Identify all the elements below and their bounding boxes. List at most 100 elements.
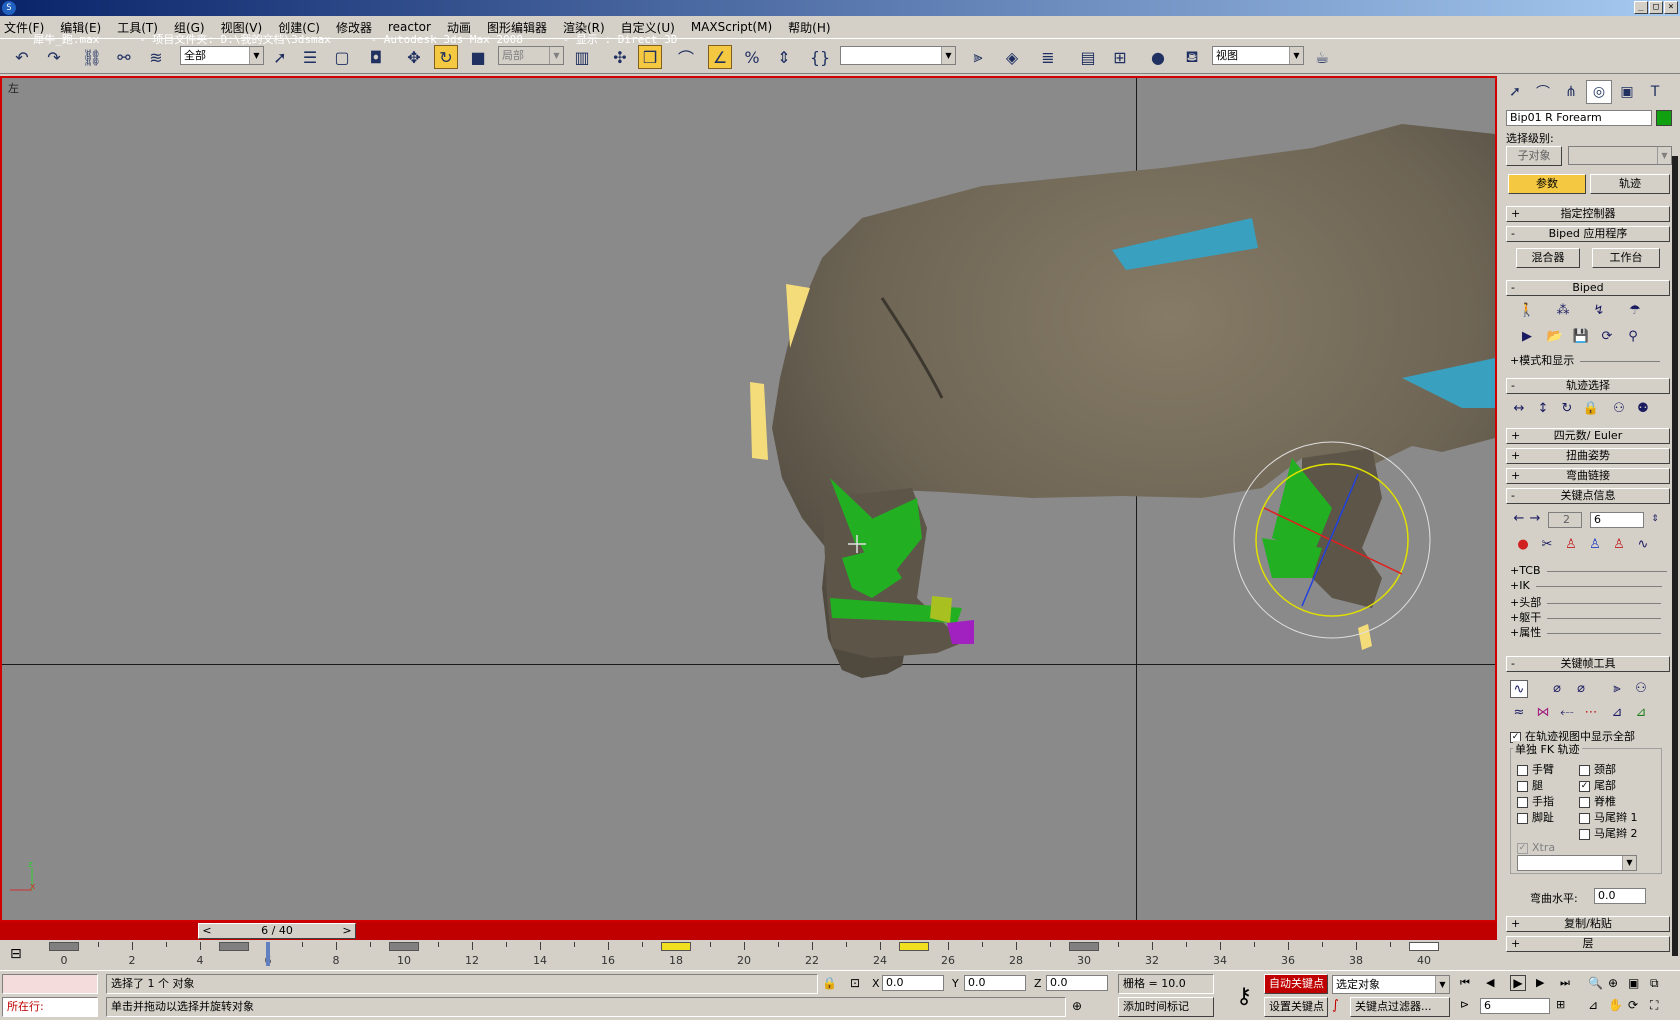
absolute-mode-icon[interactable]: ⊡ — [850, 976, 860, 990]
enable-subanims-icon[interactable]: ∿ — [1510, 680, 1528, 698]
fk-leg-checkbox[interactable]: 腿 — [1517, 777, 1543, 793]
field-of-view-icon[interactable]: ⊿ — [1588, 998, 1598, 1012]
figure-mode-icon[interactable]: 🚶 — [1518, 302, 1536, 320]
anchor-both-icon[interactable]: ⋯ — [1582, 704, 1600, 722]
zoom-all-icon[interactable]: ⊕ — [1608, 976, 1618, 990]
lock-com-keying-icon[interactable]: 🔒 — [1582, 400, 1600, 418]
spinner-icon[interactable]: ⇕ — [1646, 510, 1664, 528]
track-key[interactable] — [389, 942, 419, 951]
close-button[interactable]: × — [1664, 1, 1678, 14]
object-name-field[interactable]: Bip01 R Forearm — [1506, 110, 1652, 126]
rollup-twist-poses[interactable]: + 扭曲姿势 — [1506, 448, 1670, 464]
next-key-icon[interactable]: → — [1526, 510, 1544, 528]
redo-icon[interactable]: ↷ — [42, 45, 66, 69]
snaps-toggle-icon[interactable]: ⌒ — [674, 45, 698, 69]
convert-icon[interactable]: ⟳ — [1598, 328, 1616, 346]
maxscript-listener-bottom[interactable]: 所在行: — [2, 997, 98, 1017]
modify-tab-icon[interactable]: ⌒ — [1530, 80, 1556, 104]
workbench-button[interactable]: 工作台 — [1592, 248, 1660, 268]
fk-toe-checkbox[interactable]: 脚趾 — [1517, 809, 1554, 825]
time-config-icon[interactable]: ⊞ — [1556, 998, 1565, 1011]
save-file-icon[interactable]: 💾 — [1572, 328, 1590, 346]
set-key-button[interactable]: 设置关键点 — [1264, 997, 1328, 1017]
mixer-button[interactable]: 混合器 — [1516, 248, 1580, 268]
manipulate-icon[interactable]: ✣ — [608, 45, 632, 69]
select-object-icon[interactable]: ➚ — [268, 45, 292, 69]
rollup-keyframing-tools[interactable]: - 关键帧工具 — [1506, 656, 1670, 672]
bind-space-warp-icon[interactable]: ≋ — [144, 45, 168, 69]
menu-tools[interactable]: 工具(T) — [117, 19, 158, 36]
x-coordinate-field[interactable]: 0.0 — [882, 975, 944, 991]
load-file-icon[interactable]: 📂 — [1546, 328, 1564, 346]
anchor-right-icon[interactable]: ⤎ — [1558, 704, 1576, 722]
time-tag-icon[interactable]: ⊕ — [1072, 999, 1082, 1013]
spinner-snap-icon[interactable]: ⇕ — [772, 45, 796, 69]
clear-all-animation-icon[interactable]: ⌀ — [1572, 680, 1590, 698]
maximize-viewport-icon[interactable]: ⛶ — [1650, 998, 1658, 1013]
menu-maxscript[interactable]: MAXScript(M) — [691, 20, 772, 34]
selection-filter-dropdown[interactable]: 全部 ▼ — [180, 46, 264, 65]
key-mode-toggle-icon[interactable]: ⊳ — [1460, 998, 1469, 1011]
rollup-biped-apps[interactable]: - Biped 应用程序 — [1506, 226, 1670, 242]
time-slider-thumb[interactable]: < 6 / 40 > — [198, 923, 356, 939]
track-key[interactable] — [1069, 942, 1099, 951]
percent-snap-icon[interactable]: % — [740, 45, 764, 69]
play-icon[interactable]: ▶ — [1510, 975, 1526, 991]
menu-edit[interactable]: 编辑(E) — [60, 19, 101, 36]
edit-named-selection-icon[interactable]: {} — [808, 45, 832, 69]
track-bar[interactable]: 0246810121416182022242628303234363840 — [49, 942, 1450, 970]
menu-modifiers[interactable]: 修改器 — [336, 19, 372, 36]
trajectories-tab[interactable]: 轨迹 — [1590, 174, 1670, 194]
menu-customize[interactable]: 自定义(U) — [621, 19, 675, 36]
body-vertical-icon[interactable]: ↕ — [1534, 400, 1552, 418]
menu-help[interactable]: 帮助(H) — [788, 19, 830, 36]
head-subrollup[interactable]: +头部 — [1510, 594, 1662, 610]
tcb-subrollup[interactable]: +TCB — [1510, 564, 1667, 577]
trajectory-icon[interactable]: ∿ — [1634, 536, 1652, 554]
set-free-key-icon[interactable]: ♙ — [1610, 536, 1628, 554]
motion-flow-icon[interactable]: ↯ — [1590, 302, 1608, 320]
y-coordinate-field[interactable]: 0.0 — [964, 975, 1026, 991]
rollup-assign-controller[interactable]: + 指定控制器 — [1506, 206, 1670, 222]
bend-level-field[interactable]: 0.0 — [1594, 888, 1646, 904]
rollup-key-info[interactable]: - 关键点信息 — [1506, 488, 1670, 504]
opposite-icon[interactable]: ⚉ — [1634, 400, 1652, 418]
key-filters-button[interactable]: 关键点过滤器... — [1350, 997, 1450, 1017]
reference-coordinate-dropdown[interactable]: 局部 ▼ — [498, 46, 564, 65]
move-all-mode-icon[interactable]: ⚲ — [1624, 328, 1642, 346]
unlink-icon[interactable]: ⚯ — [112, 45, 136, 69]
maximize-button[interactable]: □ — [1649, 1, 1663, 14]
named-selection-dropdown[interactable]: ▼ — [840, 46, 956, 65]
utilities-tab-icon[interactable]: T — [1642, 80, 1668, 104]
zoom-extents-icon[interactable]: ▣ — [1628, 976, 1639, 990]
add-time-tag-button[interactable]: 添加时间标记 — [1118, 997, 1214, 1017]
track-key[interactable] — [1409, 942, 1439, 951]
pan-icon[interactable]: ✋ — [1608, 998, 1623, 1012]
z-coordinate-field[interactable]: 0.0 — [1046, 975, 1108, 991]
key-mode-dropdown[interactable]: 选定对象 ▼ — [1332, 975, 1450, 994]
set-parents-icon[interactable]: ⚇ — [1632, 680, 1650, 698]
schematic-view-icon[interactable]: ⊞ — [1108, 45, 1132, 69]
render-setup-icon[interactable]: ⛾ — [1180, 45, 1204, 69]
undo-icon[interactable]: ↶ — [10, 45, 34, 69]
key-time-field[interactable]: 6 — [1590, 512, 1644, 528]
object-color-swatch[interactable] — [1656, 110, 1672, 126]
delete-key-icon[interactable]: ✂ — [1538, 536, 1556, 554]
panel-scrollbar[interactable] — [1672, 156, 1678, 956]
fk-spine-checkbox[interactable]: 脊椎 — [1579, 793, 1616, 809]
key-number-field[interactable]: 2 — [1548, 512, 1582, 528]
rollup-copy-paste[interactable]: + 复制/粘贴 — [1506, 916, 1670, 932]
rollup-biped[interactable]: - Biped — [1506, 280, 1670, 296]
anchor-left-icon[interactable]: ⋈ — [1534, 704, 1552, 722]
maxscript-listener-top[interactable] — [2, 974, 98, 994]
mixer-mode-icon[interactable]: ☂ — [1626, 302, 1644, 320]
fk-ponytail1-checkbox[interactable]: 马尾辫 1 — [1579, 809, 1638, 825]
fk-arm-checkbox[interactable]: 手臂 — [1517, 761, 1554, 777]
move-icon[interactable]: ✥ — [402, 45, 426, 69]
track-key[interactable] — [661, 942, 691, 951]
select-link-icon[interactable]: ⛓ — [80, 45, 104, 69]
viewport-render-dropdown[interactable]: 视图 ▼ — [1212, 46, 1304, 65]
track-key[interactable] — [899, 942, 929, 951]
mode-display-subrollup[interactable]: +模式和显示 — [1510, 352, 1661, 368]
rect-selection-icon[interactable]: ▢ — [330, 45, 354, 69]
